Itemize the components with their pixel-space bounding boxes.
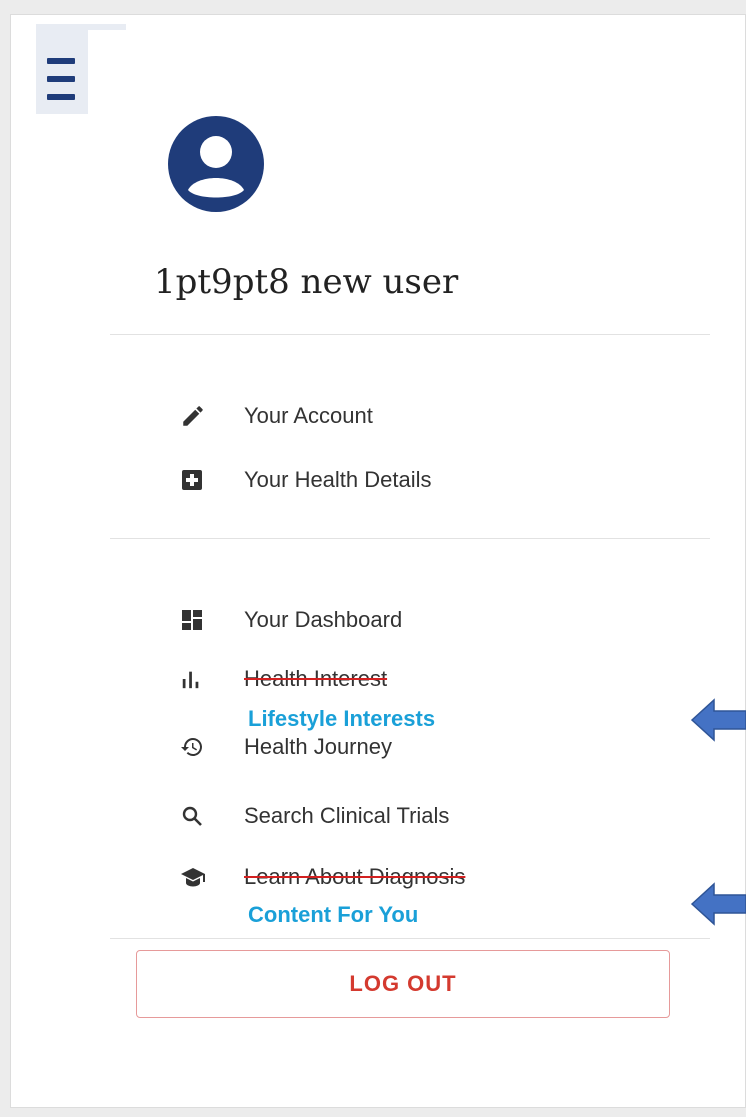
menu-item-label: Your Account xyxy=(244,403,373,428)
menu-item-learn-about-diagnosis[interactable]: Learn About Diagnosis xyxy=(180,860,465,894)
divider xyxy=(110,538,710,539)
hamburger-menu-button[interactable] xyxy=(36,24,126,114)
menu-item-label-struck: Health Interest xyxy=(244,666,388,691)
profile-menu-panel xyxy=(10,14,746,1108)
menu-icon-bar xyxy=(47,58,75,64)
logout-button[interactable]: LOG OUT xyxy=(136,950,670,1018)
menu-item-label: Your Health Details xyxy=(244,467,432,492)
search-icon xyxy=(180,802,216,830)
divider xyxy=(110,334,710,335)
menu-button-tab xyxy=(36,24,126,30)
menu-item-health-journey[interactable]: Health Journey xyxy=(180,728,392,766)
menu-item-search-clinical-trials[interactable]: Search Clinical Trials xyxy=(180,796,449,836)
dashboard-icon xyxy=(180,606,216,634)
menu-item-label: Search Clinical Trials xyxy=(244,803,450,828)
bar-chart-icon xyxy=(180,665,216,693)
user-name: 1pt9pt8 new user xyxy=(154,262,459,302)
menu-item-label: Health Journey xyxy=(244,734,392,759)
medical-plus-icon xyxy=(180,466,216,494)
divider xyxy=(110,938,710,939)
annotation-arrow-icon xyxy=(690,698,746,742)
menu-item-label-struck: Learn About Diagnosis xyxy=(244,864,466,889)
menu-item-health-interest[interactable]: Health Interest xyxy=(180,664,387,694)
pencil-icon xyxy=(180,402,216,430)
menu-item-your-account[interactable]: Your Account xyxy=(180,396,373,436)
history-icon xyxy=(180,733,216,761)
avatar xyxy=(168,116,264,212)
menu-icon-bar xyxy=(47,94,75,100)
menu-item-your-health-details[interactable]: Your Health Details xyxy=(180,460,432,500)
menu-icon-bar xyxy=(47,76,75,82)
graduation-cap-icon xyxy=(180,863,216,891)
replacement-label-content-for-you: Content For You xyxy=(248,902,419,927)
menu-item-your-dashboard[interactable]: Your Dashboard xyxy=(180,600,402,640)
menu-item-label: Your Dashboard xyxy=(244,607,403,632)
annotation-arrow-icon xyxy=(690,882,746,926)
